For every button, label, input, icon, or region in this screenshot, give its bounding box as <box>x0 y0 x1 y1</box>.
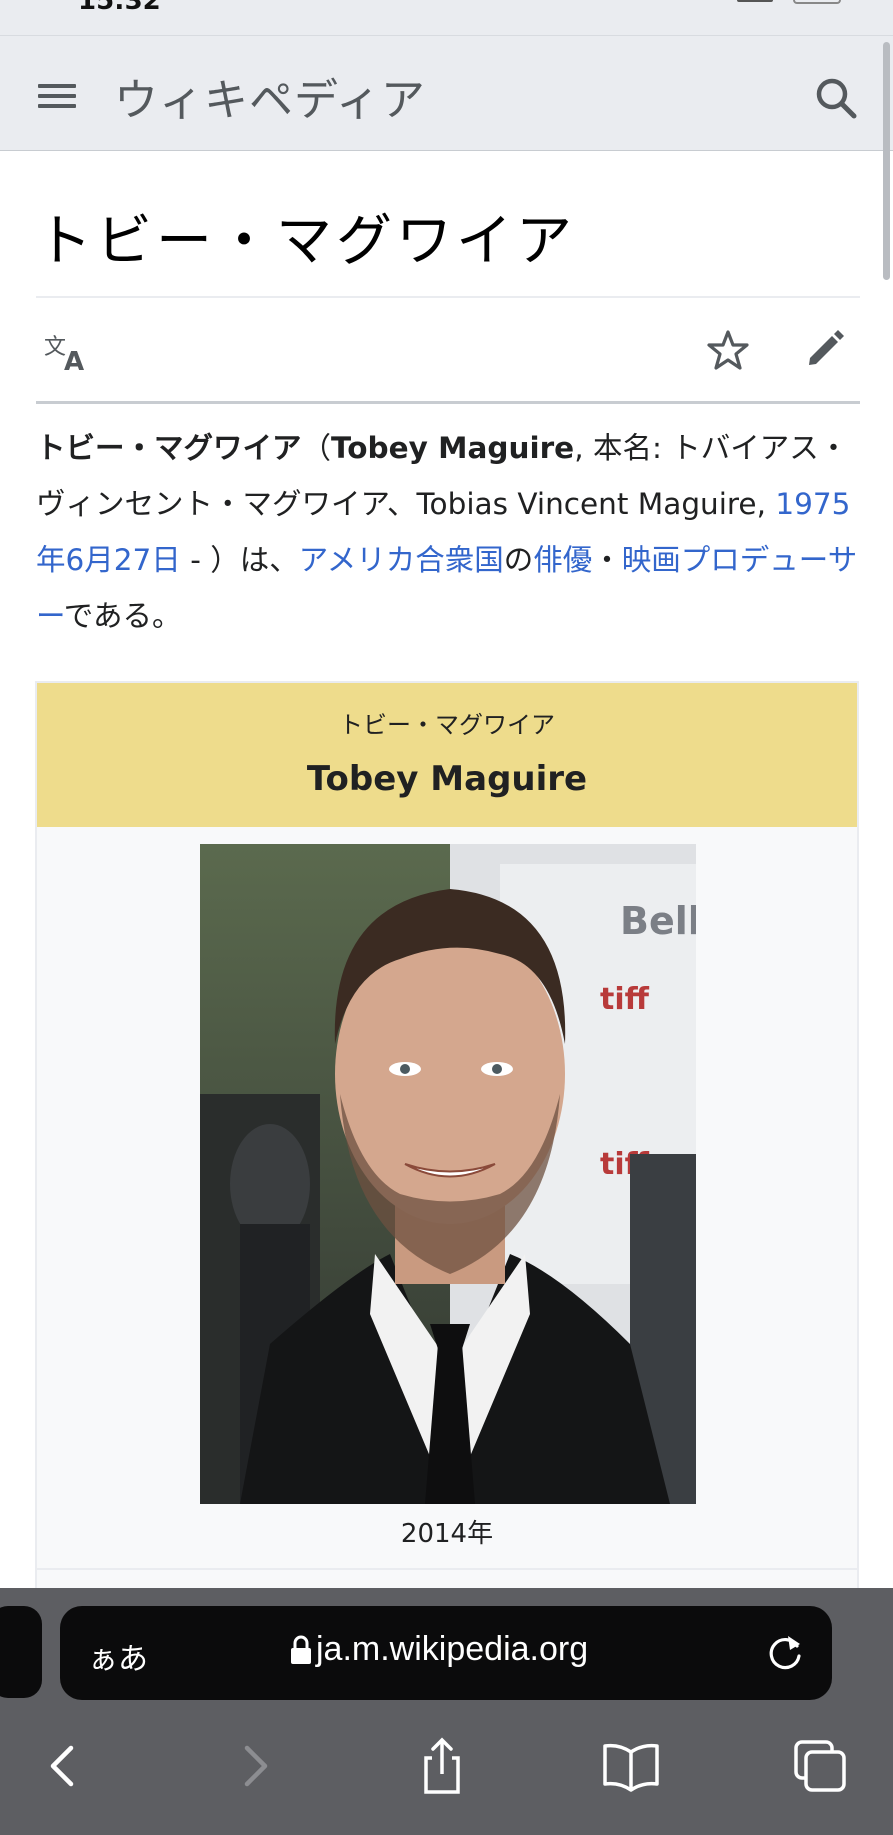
edit-pencil-icon[interactable] <box>804 326 848 370</box>
battery-icon <box>793 0 841 4</box>
search-icon[interactable] <box>812 74 860 122</box>
photo-caption: 2014年 <box>400 1519 494 1549</box>
svg-text:tiff: tiff <box>600 982 650 1017</box>
star-icon[interactable] <box>706 328 750 372</box>
tabs-icon[interactable] <box>790 1736 850 1796</box>
language-icon[interactable]: 文 A <box>42 330 92 372</box>
svg-text:A: A <box>64 347 84 372</box>
url-text[interactable]: ja.m.wikipedia.org <box>316 1630 588 1669</box>
infobox-name-kana: トビー・マグワイア <box>339 711 555 739</box>
text-size-button[interactable]: ぁあ <box>88 1634 148 1678</box>
hamburger-menu-icon[interactable] <box>36 78 80 112</box>
page-scrollbar[interactable] <box>883 42 890 280</box>
reload-icon[interactable] <box>764 1632 806 1674</box>
country-link[interactable]: アメリカ合衆国 <box>299 543 504 577</box>
lead-name-ja: トビー・マグワイア <box>36 431 302 465</box>
site-header: ウィキペディア <box>0 35 893 151</box>
browser-bottom-bar: ぁあ ja.m.wikipedia.org <box>0 1588 893 1835</box>
previous-tab-preview[interactable] <box>0 1606 42 1698</box>
lead-text: - ）は、 <box>180 543 299 577</box>
bookmarks-icon[interactable] <box>601 1736 661 1796</box>
lead-text: （ <box>301 431 332 465</box>
infobox-header: トビー・マグワイア Tobey Maguire <box>37 683 857 827</box>
lead-text: である。 <box>63 599 182 633</box>
page-title: トビー・マグワイア <box>36 209 576 274</box>
status-time: 15:32 <box>78 0 161 16</box>
actions-divider <box>36 401 860 404</box>
lead-paragraph: トビー・マグワイア（Tobey Maguire, 本名: トバイアス・ヴィンセン… <box>36 420 860 644</box>
lead-text: の <box>503 543 534 577</box>
address-bar[interactable]: ぁあ ja.m.wikipedia.org <box>60 1606 832 1700</box>
forward-icon[interactable] <box>225 1736 285 1796</box>
infobox-divider <box>37 1568 857 1570</box>
status-bar: 15:32 <box>0 0 893 35</box>
share-icon[interactable] <box>412 1736 472 1796</box>
infobox-name-en: Tobey Maguire <box>306 759 588 799</box>
signal-icon <box>737 0 773 2</box>
svg-text:文: 文 <box>44 335 66 360</box>
site-title[interactable]: ウィキペディア <box>114 64 426 128</box>
actor-link[interactable]: 俳優 <box>533 543 592 577</box>
portrait-photo[interactable]: Bell tiff tiff <box>200 844 696 1504</box>
lock-icon <box>291 1635 311 1664</box>
browser-toolbar <box>0 1728 893 1818</box>
back-icon[interactable] <box>33 1736 93 1796</box>
lead-name-en: Tobey Maguire <box>331 431 575 465</box>
lead-text: ・ <box>592 543 622 577</box>
infobox: トビー・マグワイア Tobey Maguire Bell tiff tiff 2… <box>35 681 859 1681</box>
svg-text:Bell: Bell <box>620 899 696 943</box>
title-divider <box>36 296 860 298</box>
